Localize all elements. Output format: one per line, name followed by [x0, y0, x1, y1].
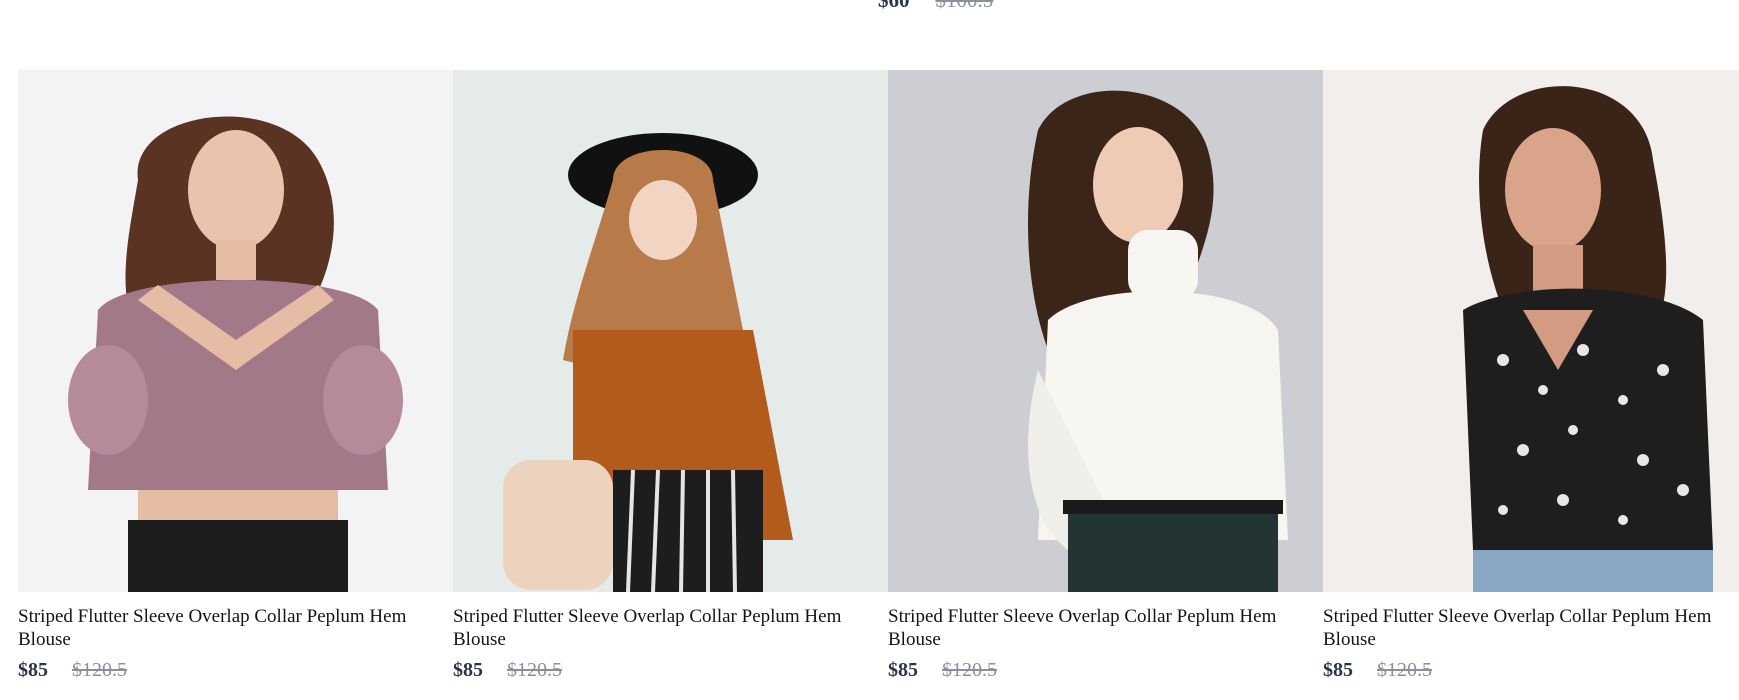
product-title[interactable]: Striped Flutter Sleeve Overlap Collar Pe… — [453, 605, 873, 651]
product-image[interactable] — [888, 70, 1323, 592]
product-card[interactable]: Striped Flutter Sleeve Overlap Collar Pe… — [18, 70, 453, 682]
price-original: $120.5 — [942, 659, 997, 681]
product-card[interactable]: Striped Flutter Sleeve Overlap Collar Pe… — [1323, 70, 1739, 682]
price-current: $85 — [888, 659, 918, 681]
product-image[interactable] — [1323, 70, 1739, 592]
price-current: $85 — [18, 659, 48, 681]
product-prices: $85 $120.5 — [1323, 659, 1739, 682]
price-original: $100.5 — [935, 0, 994, 12]
product-title[interactable]: Striped Flutter Sleeve Overlap Collar Pe… — [888, 605, 1308, 651]
product-title[interactable]: Striped Flutter Sleeve Overlap Collar Pe… — [1323, 605, 1739, 651]
product-prices: $85 $120.5 — [888, 659, 1323, 682]
product-card[interactable]: Striped Flutter Sleeve Overlap Collar Pe… — [888, 70, 1323, 682]
price-current: $60 — [878, 0, 910, 12]
price-original: $120.5 — [1377, 659, 1432, 681]
product-grid: Striped Flutter Sleeve Overlap Collar Pe… — [18, 70, 1739, 682]
price-current: $85 — [453, 659, 483, 681]
price-original: $120.5 — [507, 659, 562, 681]
product-card[interactable]: Striped Flutter Sleeve Overlap Collar Pe… — [453, 70, 888, 682]
product-prices: $85 $120.5 — [453, 659, 888, 682]
price-current: $85 — [1323, 659, 1353, 681]
product-image[interactable] — [18, 70, 453, 592]
product-image[interactable] — [453, 70, 888, 592]
previous-row-price: $60 $100.5 — [878, 0, 993, 13]
product-title[interactable]: Striped Flutter Sleeve Overlap Collar Pe… — [18, 605, 438, 651]
product-prices: $85 $120.5 — [18, 659, 453, 682]
price-original: $120.5 — [72, 659, 127, 681]
